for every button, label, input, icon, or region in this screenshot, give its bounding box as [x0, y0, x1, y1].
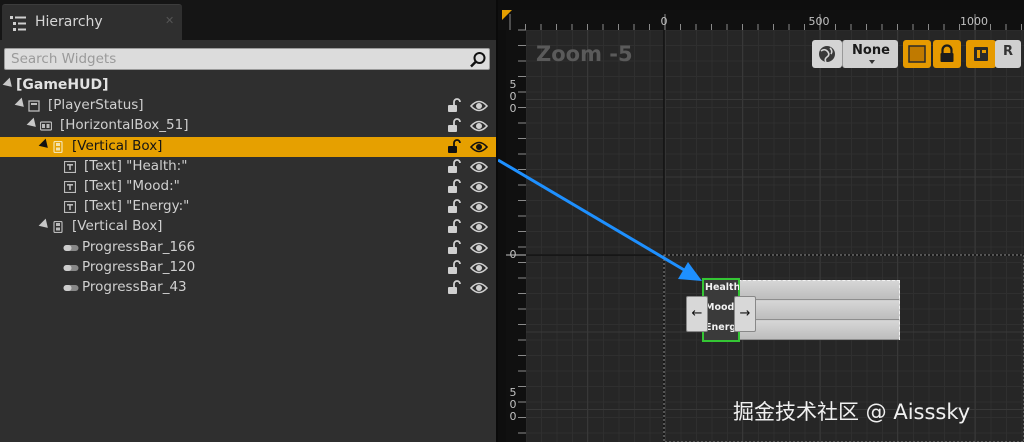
expand-triangle-icon[interactable] — [2, 77, 16, 91]
ruler-left-label: 0 — [510, 248, 517, 261]
tree-row[interactable]: [Text] "Energy:" — [0, 197, 496, 217]
eye-icon[interactable] — [470, 99, 488, 113]
preview-size-value: None — [852, 43, 890, 58]
unlock-icon[interactable] — [446, 199, 462, 215]
unlock-icon[interactable] — [446, 280, 462, 296]
tree-row-label: ProgressBar_43 — [82, 279, 187, 295]
eye-icon[interactable] — [470, 140, 488, 154]
eye-icon[interactable] — [470, 180, 488, 194]
tree-row-label: [Text] "Mood:" — [84, 178, 180, 194]
progress-bars-box[interactable] — [738, 280, 900, 340]
progress-bar-icon — [63, 264, 79, 271]
tree-row-label: [Vertical Box] — [72, 218, 163, 235]
tree-row-label: [PlayerStatus] — [48, 97, 144, 114]
tree-row[interactable]: ProgressBar_120 — [0, 258, 496, 278]
tree-row[interactable]: ProgressBar_166 — [0, 238, 496, 258]
tab-title: Hierarchy — [35, 14, 103, 30]
respect-locks-toggle[interactable] — [966, 40, 996, 68]
zoom-label: Zoom -5 — [536, 42, 633, 66]
arrow-left-icon: ← — [691, 306, 703, 321]
unlock-icon[interactable] — [446, 259, 462, 276]
tree-row[interactable]: [Text] "Health:" — [0, 157, 496, 177]
eye-icon[interactable] — [470, 261, 488, 275]
globe-icon — [819, 46, 835, 63]
eye-icon[interactable] — [470, 200, 488, 214]
lock-toggle[interactable] — [933, 40, 961, 68]
preview-size-dropdown[interactable]: None — [842, 40, 898, 68]
vertical-box-icon — [53, 140, 63, 153]
tree-row[interactable]: [HorizontalBox_51] — [0, 116, 496, 136]
ruler-top-label: 1000 — [960, 15, 988, 28]
eye-icon[interactable] — [470, 241, 488, 255]
unlock-icon[interactable] — [446, 118, 462, 134]
tab-bar: Hierarchy ✕ — [0, 0, 496, 40]
expand-triangle-icon[interactable] — [38, 219, 52, 232]
progress-bar-icon — [63, 285, 79, 291]
tree-row-label: ProgressBar_120 — [82, 258, 196, 275]
dashed-outline-toggle[interactable] — [903, 40, 931, 68]
tree-row[interactable]: [PlayerStatus] — [0, 96, 496, 116]
tree-row[interactable]: [Vertical Box] — [0, 217, 496, 237]
tree-row-label: [Vertical Box] — [72, 137, 163, 154]
search-icon[interactable] — [469, 51, 487, 69]
preview-mode-button[interactable] — [812, 40, 842, 68]
r-toggle-button[interactable]: R — [995, 40, 1021, 68]
chevron-down-icon — [869, 60, 875, 64]
tree-row[interactable]: [Text] "Mood:" — [0, 177, 496, 197]
tree-row-label: [HorizontalBox_51] — [60, 117, 189, 134]
progress-bar[interactable] — [739, 281, 899, 300]
tree-row-label: ProgressBar_166 — [82, 238, 196, 255]
expand-triangle-icon[interactable] — [38, 138, 52, 151]
designer-viewport[interactable]: 0 500 1000 5 0 0 0 5 0 0 Zoom -5 None R … — [498, 0, 1024, 442]
close-icon[interactable]: ✕ — [165, 14, 174, 27]
ruler-left-label: 500 — [510, 78, 517, 115]
outline-icon — [908, 45, 926, 63]
arrow-right-icon: → — [739, 306, 751, 321]
unlock-icon[interactable] — [446, 98, 462, 114]
tree-row[interactable]: [Vertical Box] — [0, 136, 496, 157]
progress-bar-icon — [63, 244, 79, 251]
eye-icon[interactable] — [470, 220, 488, 234]
eye-icon[interactable] — [470, 119, 488, 133]
hierarchy-icon — [10, 16, 26, 31]
ruler-top-label: 0 — [661, 15, 668, 28]
tree-row[interactable]: ProgressBar_43 — [0, 278, 496, 298]
progress-bar[interactable] — [739, 321, 899, 340]
move-right-button[interactable]: → — [734, 296, 756, 332]
tree-row-label: [GameHUD] — [16, 77, 109, 93]
hierarchy-panel: Hierarchy ✕ [GameHUD] [PlayerStatus] [Hori… — [0, 0, 496, 442]
widget-preview[interactable]: Health: Mood: Energy: ← → — [686, 278, 900, 342]
horizontal-box-icon — [40, 121, 52, 131]
ruler-left-label: 500 — [510, 386, 517, 423]
canvas-panel-icon — [28, 100, 40, 112]
eye-icon[interactable] — [470, 281, 488, 295]
tree-row-label: [Text] "Health:" — [84, 157, 188, 174]
layout-icon — [974, 47, 988, 61]
unlock-icon[interactable] — [446, 158, 462, 175]
eye-icon[interactable] — [470, 160, 488, 174]
expand-triangle-icon[interactable] — [14, 97, 28, 111]
unlock-icon[interactable] — [446, 219, 462, 235]
move-left-button[interactable]: ← — [686, 296, 708, 332]
progress-bar[interactable] — [739, 301, 899, 320]
unlock-icon[interactable] — [446, 138, 462, 155]
text-icon — [64, 160, 76, 173]
tab-hierarchy[interactable]: Hierarchy ✕ — [2, 4, 182, 40]
unlock-icon[interactable] — [446, 179, 462, 195]
search-box — [4, 48, 490, 70]
lock-icon — [940, 44, 954, 62]
tree-row-label: [Text] "Energy:" — [84, 198, 190, 215]
text-icon — [64, 181, 76, 193]
vertical-box-icon — [53, 221, 63, 234]
ruler-top-label: 500 — [809, 15, 830, 28]
watermark: 掘金技术社区 @ Aisssky — [733, 400, 971, 424]
r-toggle-label: R — [1002, 44, 1013, 59]
unlock-icon[interactable] — [446, 239, 462, 256]
expand-triangle-icon[interactable] — [26, 118, 40, 131]
tree-row[interactable]: [GameHUD] — [0, 76, 496, 96]
search-input[interactable] — [5, 49, 460, 69]
health-text: Health: — [705, 282, 739, 293]
text-icon — [64, 201, 76, 214]
